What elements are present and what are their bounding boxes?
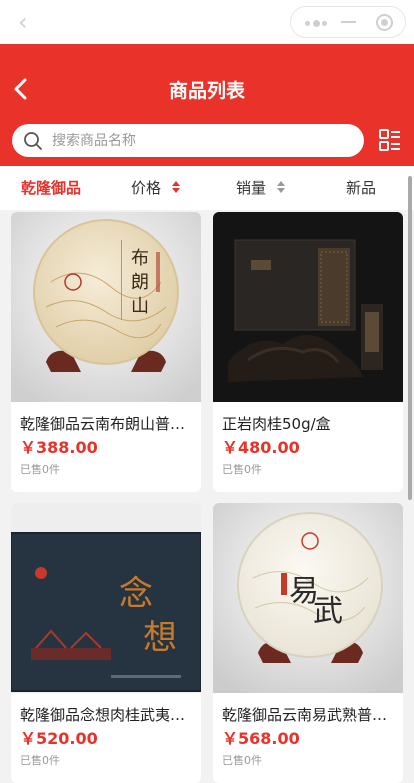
close-circle-icon[interactable] <box>376 14 393 31</box>
sort-bar: 乾隆御品 价格 销量 新品 <box>0 166 414 210</box>
tab-label: 新品 <box>346 179 377 197</box>
tea-label-char: 念 <box>119 574 153 614</box>
tab-default[interactable]: 乾隆御品 <box>21 166 81 210</box>
more-icon[interactable] <box>305 20 327 27</box>
product-name[interactable]: 乾隆御品念想肉桂武夷岩茶 <box>20 705 194 725</box>
product-image: 念 想 <box>11 503 201 693</box>
search-icon <box>24 132 42 150</box>
product-sold-count: 已售0件 <box>20 754 60 767</box>
page-title: 商品列表 <box>168 80 245 102</box>
product-sold-count: 已售0件 <box>20 463 60 476</box>
product-image: 布 朗 山 <box>11 212 201 402</box>
product-card[interactable]: 正岩肉桂50g/盒 ￥480.00 已售0件 <box>213 212 403 492</box>
tab-label: 乾隆御品 <box>21 179 82 197</box>
product-image: 易 武 <box>213 503 403 693</box>
product-sold-count: 已售0件 <box>222 463 262 476</box>
chevron-left-icon[interactable]: ‹ <box>18 10 28 34</box>
tea-label-char: 武 <box>313 594 343 629</box>
tab-sales[interactable]: 销量 <box>236 166 285 210</box>
tab-label: 销量 <box>236 179 267 197</box>
product-sold-count: 已售0件 <box>222 754 262 767</box>
minimize-icon[interactable] <box>341 21 356 23</box>
tab-price[interactable]: 价格 <box>131 166 180 210</box>
product-card[interactable]: 易 武 乾隆御品云南易武熟普洱茶 ￥568.00 已售0件 <box>213 503 403 783</box>
search-bar[interactable] <box>12 124 364 157</box>
page-header: 商品列表 <box>0 44 414 166</box>
system-top-bar: ‹ <box>0 0 414 44</box>
product-price: ￥388.00 <box>20 438 98 457</box>
tea-label-char: 山 <box>131 296 149 317</box>
product-name[interactable]: 乾隆御品云南易武熟普洱茶 <box>222 705 396 725</box>
sort-arrows-icon <box>171 180 180 193</box>
scrollbar[interactable] <box>408 176 412 500</box>
product-price: ￥480.00 <box>222 438 300 457</box>
product-name[interactable]: 乾隆御品云南布朗山普洱茶 <box>20 414 194 434</box>
product-card[interactable]: 念 想 乾隆御品念想肉桂武夷岩茶 ￥520.00 已售0件 <box>11 503 201 783</box>
search-input[interactable] <box>52 124 352 157</box>
tab-new[interactable]: 新品 <box>346 166 376 210</box>
miniprogram-capsule[interactable] <box>290 6 406 38</box>
product-image <box>213 212 403 402</box>
tea-label-char: 布 <box>131 248 149 269</box>
tab-label: 价格 <box>131 179 162 197</box>
list-view-toggle-icon[interactable] <box>378 128 402 152</box>
product-name[interactable]: 正岩肉桂50g/盒 <box>222 414 396 434</box>
product-price: ￥520.00 <box>20 729 98 748</box>
product-price: ￥568.00 <box>222 729 300 748</box>
tea-label-char: 想 <box>143 618 177 658</box>
tea-label-char: 朗 <box>131 272 149 293</box>
product-card[interactable]: 布 朗 山 乾隆御品云南布朗山普洱茶 ￥388.00 已售0件 <box>11 212 201 492</box>
sort-arrows-icon <box>276 180 285 193</box>
